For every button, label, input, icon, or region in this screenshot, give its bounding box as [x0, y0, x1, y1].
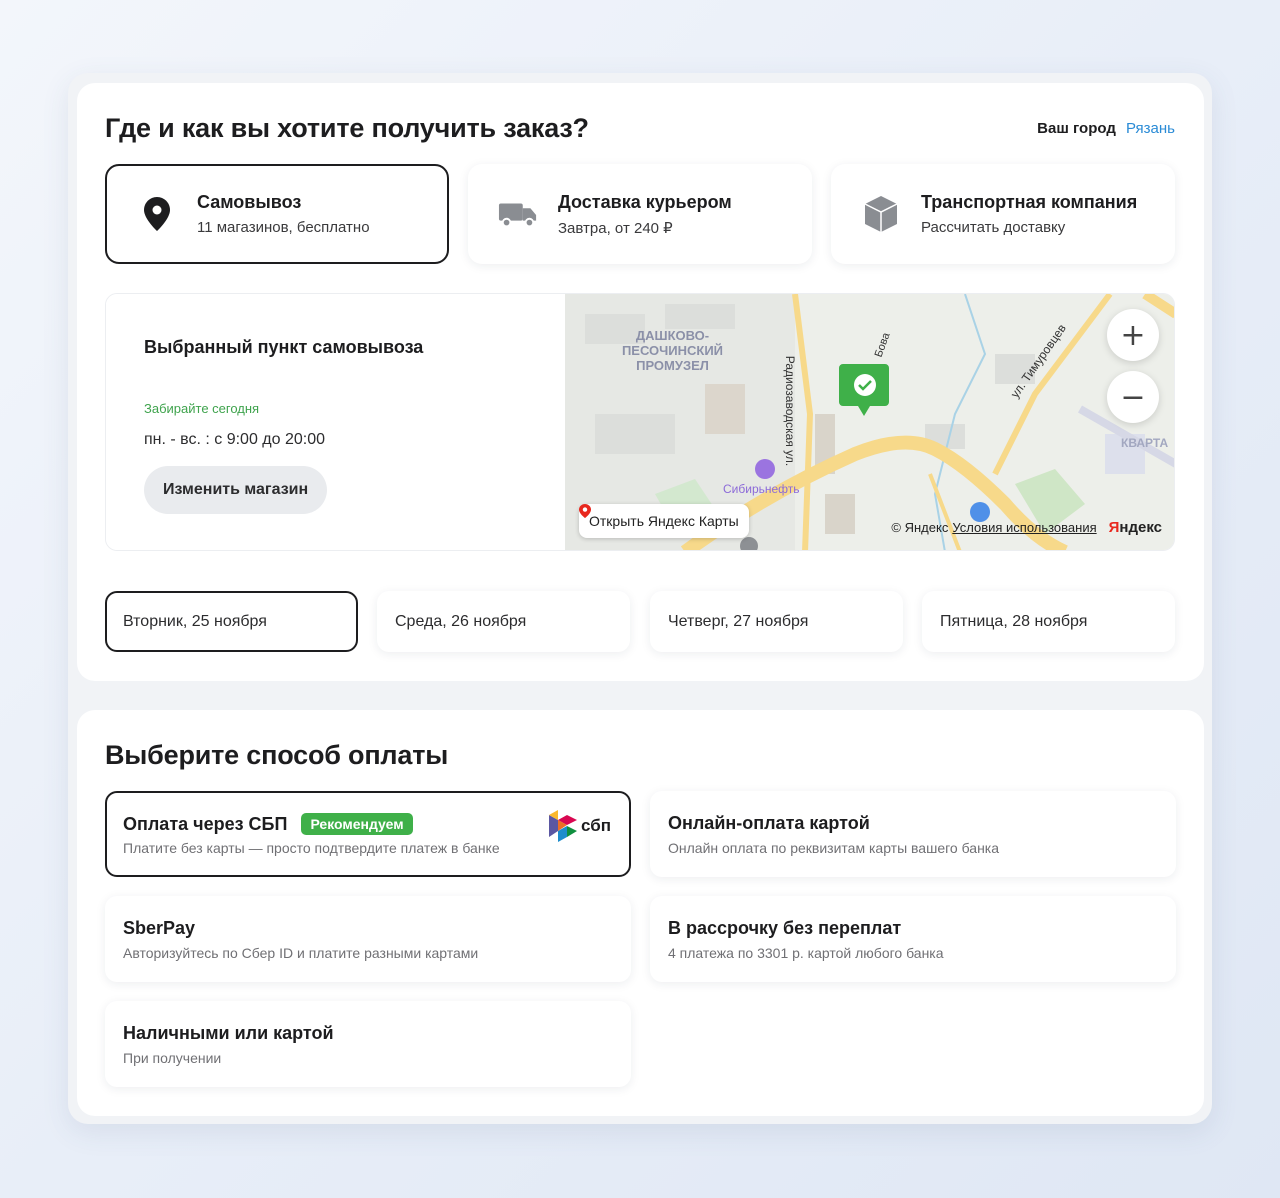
day-option[interactable]: Четверг, 27 ноября	[650, 591, 903, 652]
option-subtitle: Завтра, от 240 ₽	[558, 219, 673, 237]
pickup-point-panel: Выбранный пункт самовывоза Забирайте сег…	[105, 293, 1175, 551]
city-selector: Ваш город Рязань	[1037, 120, 1175, 137]
day-option[interactable]: Вторник, 25 ноября	[105, 591, 358, 652]
payment-option-subtitle: 4 платежа по 3301 р. картой любого банка	[668, 945, 944, 961]
open-map-label: Открыть Яндекс Карты	[589, 513, 739, 529]
payment-option-online-card[interactable]: Онлайн-оплата картой Онлайн оплата по ре…	[650, 791, 1176, 877]
payment-option-title: В рассрочку без переплат	[668, 918, 902, 938]
delivery-card: Где и как вы хотите получить заказ? Ваш …	[77, 83, 1204, 681]
map[interactable]: ДАШКОВО- ПЕСОЧИНСКИЙ ПРОМУЗЕЛ Радиозавод…	[565, 294, 1174, 550]
payment-option-cash-or-card[interactable]: Наличными или картой При получении	[105, 1001, 631, 1087]
delivery-option-pickup[interactable]: Самовывоз 11 магазинов, бесплатно	[105, 164, 449, 264]
option-title: Доставка курьером	[558, 191, 732, 212]
option-subtitle: Рассчитать доставку	[921, 219, 1066, 236]
zoom-out-button[interactable]: −	[1107, 371, 1159, 423]
day-option[interactable]: Пятница, 28 ноября	[922, 591, 1175, 652]
map-poi-label: Сибирьнефть	[723, 482, 800, 496]
map-footer: © Яндекс Условия использования Яндекс	[891, 519, 1162, 536]
map-district-label: ДАШКОВО- ПЕСОЧИНСКИЙ ПРОМУЗЕЛ	[621, 328, 724, 373]
city-link[interactable]: Рязань	[1126, 120, 1175, 137]
sbp-logo-text: сбп	[581, 816, 611, 835]
option-title: Транспортная компания	[921, 192, 1138, 212]
payment-option-installment[interactable]: В рассрочку без переплат 4 платежа по 33…	[650, 896, 1176, 982]
map-terms-link[interactable]: Условия использования	[952, 520, 1096, 535]
day-option[interactable]: Среда, 26 ноября	[377, 591, 630, 652]
sbp-logo: сбп	[549, 809, 611, 843]
payment-option-title: Наличными или картой	[123, 1023, 334, 1043]
payment-option-subtitle: Онлайн оплата по реквизитам карты вашего…	[668, 840, 1000, 856]
pickup-info: Выбранный пункт самовывоза Забирайте сег…	[106, 294, 565, 550]
open-yandex-maps-button[interactable]: Открыть Яндекс Карты	[579, 504, 749, 538]
pickup-title: Выбранный пункт самовывоза	[144, 337, 424, 357]
payment-option-sberpay[interactable]: SberPay Авторизуйтесь по Сбер ID и плати…	[105, 896, 631, 982]
city-label: Ваш город	[1037, 120, 1116, 137]
map-pin-icon	[579, 504, 591, 518]
pickup-hours: пн. - вс. : с 9:00 до 20:00	[144, 431, 326, 448]
map-pin-icon	[137, 194, 177, 234]
change-store-button[interactable]: Изменить магазин	[144, 466, 328, 514]
delivery-title: Где и как вы хотите получить заказ?	[105, 113, 589, 143]
payment-card: Выберите способ оплаты Оплата через СБП …	[77, 710, 1204, 1116]
map-street-label: Радиозаводская ул.	[783, 355, 798, 467]
payment-option-subtitle: Авторизуйтесь по Сбер ID и платите разны…	[123, 945, 479, 961]
payment-title: Выберите способ оплаты	[105, 740, 449, 770]
option-subtitle: 11 магазинов, бесплатно	[197, 219, 370, 236]
option-title: Самовывоз	[197, 192, 302, 212]
delivery-option-transport[interactable]: Транспортная компания Рассчитать доставк…	[831, 164, 1175, 264]
payment-option-sbp[interactable]: Оплата через СБП Рекомендуем Платите без…	[105, 791, 631, 877]
yandex-logo: Яндекс	[1108, 519, 1162, 536]
payment-option-subtitle: При получении	[123, 1050, 222, 1066]
zoom-in-button[interactable]: +	[1107, 309, 1159, 361]
payment-option-title: Онлайн-оплата картой	[668, 813, 870, 833]
payment-option-subtitle: Платите без карты — просто подтвердите п…	[123, 840, 500, 856]
recommended-badge: Рекомендуем	[301, 813, 413, 835]
payment-option-title: SberPay	[123, 918, 196, 938]
box-icon	[861, 194, 901, 234]
sbp-logo-icon	[549, 810, 577, 842]
truck-icon	[498, 194, 538, 234]
map-quarter-label: КВАРТА	[1121, 436, 1169, 450]
delivery-option-courier[interactable]: Доставка курьером Завтра, от 240 ₽	[468, 164, 812, 264]
payment-option-title: Оплата через СБП	[123, 813, 288, 834]
pickup-availability: Забирайте сегодня	[144, 401, 260, 416]
map-copyright: © Яндекс	[891, 520, 949, 535]
